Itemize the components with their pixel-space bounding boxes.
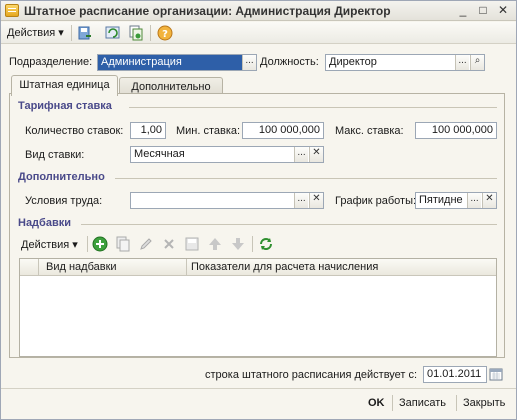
- footer-divider: [1, 388, 516, 389]
- column-divider: [38, 259, 39, 276]
- position-select-button[interactable]: ...: [455, 55, 469, 70]
- min-rate-field[interactable]: 100 000,000: [242, 122, 324, 139]
- copy-row-icon[interactable]: [115, 236, 131, 252]
- section-divider: [81, 224, 497, 225]
- toolbar-separator: [252, 236, 253, 252]
- department-value: Администрация: [101, 56, 182, 68]
- min-rate-label: Мин. ставка:: [176, 125, 241, 137]
- end-edit-icon[interactable]: [184, 236, 200, 252]
- max-rate-value: 100 000,000: [431, 124, 493, 136]
- department-label: Подразделение:: [9, 56, 93, 68]
- toolbar-separator: [71, 25, 72, 41]
- schedule-label: График работы:: [335, 195, 417, 207]
- position-label: Должность:: [260, 56, 319, 68]
- extra-section-title: Дополнительно: [18, 171, 105, 183]
- search-icon[interactable]: ⌕: [470, 55, 484, 70]
- table-header: Вид надбавки Показатели для расчета начи…: [20, 259, 496, 276]
- actions-menu-label: Действия: [7, 27, 56, 39]
- effective-date-value: 01.01.2011: [427, 368, 482, 380]
- title-bar: Штатное расписание организации: Админист…: [1, 1, 516, 21]
- add-icon[interactable]: [92, 236, 108, 252]
- position-value: Директор: [329, 56, 377, 68]
- svg-text:?: ?: [162, 29, 168, 40]
- move-up-icon[interactable]: [207, 236, 223, 252]
- allowances-actions-button[interactable]: Действия ▾: [21, 238, 78, 251]
- footer-separator: [392, 395, 393, 411]
- copy-icon[interactable]: [128, 25, 144, 41]
- rate-count-value: 1,00: [140, 124, 162, 136]
- chevron-down-icon: ▾: [72, 239, 78, 251]
- min-rate-value: 100 000,000: [258, 124, 320, 136]
- dialog-window: Штатное расписание организации: Админист…: [0, 0, 517, 420]
- effective-date-field[interactable]: 01.01.2011: [423, 366, 487, 383]
- actions-menu-button[interactable]: Действия ▾: [5, 25, 66, 41]
- rate-section-title: Тарифная ставка: [18, 100, 112, 112]
- tab-staff-unit[interactable]: Штатная единица: [11, 75, 118, 96]
- max-rate-label: Макс. ставка:: [335, 125, 404, 137]
- edit-icon[interactable]: [138, 236, 154, 252]
- calendar-icon[interactable]: [489, 367, 505, 383]
- rate-count-label: Количество ставок:: [25, 125, 124, 137]
- rate-count-field[interactable]: 1,00: [130, 122, 166, 139]
- close-button[interactable]: Закрыть: [463, 397, 505, 409]
- allowances-table[interactable]: Вид надбавки Показатели для расчета начи…: [19, 258, 497, 357]
- conditions-select-button[interactable]: ...: [294, 193, 308, 208]
- rate-kind-label: Вид ставки:: [25, 149, 85, 161]
- footer-separator: [456, 395, 457, 411]
- schedule-select-button[interactable]: ...: [467, 193, 481, 208]
- close-window-button[interactable]: ✕: [495, 3, 511, 18]
- minimize-button[interactable]: _: [455, 3, 471, 18]
- allowances-section-title: Надбавки: [18, 217, 71, 229]
- column-header-calculation-indicators[interactable]: Показатели для расчета начисления: [191, 261, 378, 273]
- move-down-icon[interactable]: [230, 236, 246, 252]
- allowances-actions-label: Действия: [21, 239, 70, 251]
- toolbar-separator: [150, 25, 151, 41]
- chevron-down-icon: ▾: [58, 27, 64, 39]
- rate-kind-value: Месячная: [134, 148, 185, 160]
- rate-kind-clear-icon[interactable]: ✕: [309, 147, 323, 162]
- rate-kind-select-button[interactable]: ...: [294, 147, 308, 162]
- section-divider: [129, 107, 497, 108]
- conditions-label: Условия труда:: [25, 195, 103, 207]
- toolbar-separator: [87, 236, 88, 252]
- delete-icon[interactable]: [161, 236, 177, 252]
- max-rate-field[interactable]: 100 000,000: [415, 122, 497, 139]
- maximize-button[interactable]: □: [475, 3, 491, 18]
- save-and-close-icon[interactable]: [77, 25, 93, 41]
- window-title: Штатное расписание организации: Админист…: [24, 4, 391, 18]
- help-icon[interactable]: ?: [157, 25, 173, 41]
- department-field[interactable]: Администрация: [97, 54, 257, 71]
- toolbar: Действия ▾ ?: [1, 22, 516, 44]
- schedule-clear-icon[interactable]: ✕: [482, 193, 496, 208]
- schedule-value: Пятидне: [419, 194, 463, 206]
- section-divider: [115, 178, 497, 179]
- ok-button[interactable]: OK: [368, 397, 385, 409]
- department-select-button[interactable]: ...: [242, 55, 256, 70]
- column-header-allowance-kind[interactable]: Вид надбавки: [46, 261, 117, 273]
- refresh-list-icon[interactable]: [258, 236, 274, 252]
- save-button[interactable]: Записать: [399, 397, 446, 409]
- staff-schedule-icon: [5, 4, 19, 17]
- refresh-icon[interactable]: [105, 25, 121, 41]
- conditions-clear-icon[interactable]: ✕: [309, 193, 323, 208]
- column-divider: [186, 259, 187, 276]
- effective-date-label: строка штатного расписания действует с:: [205, 369, 418, 381]
